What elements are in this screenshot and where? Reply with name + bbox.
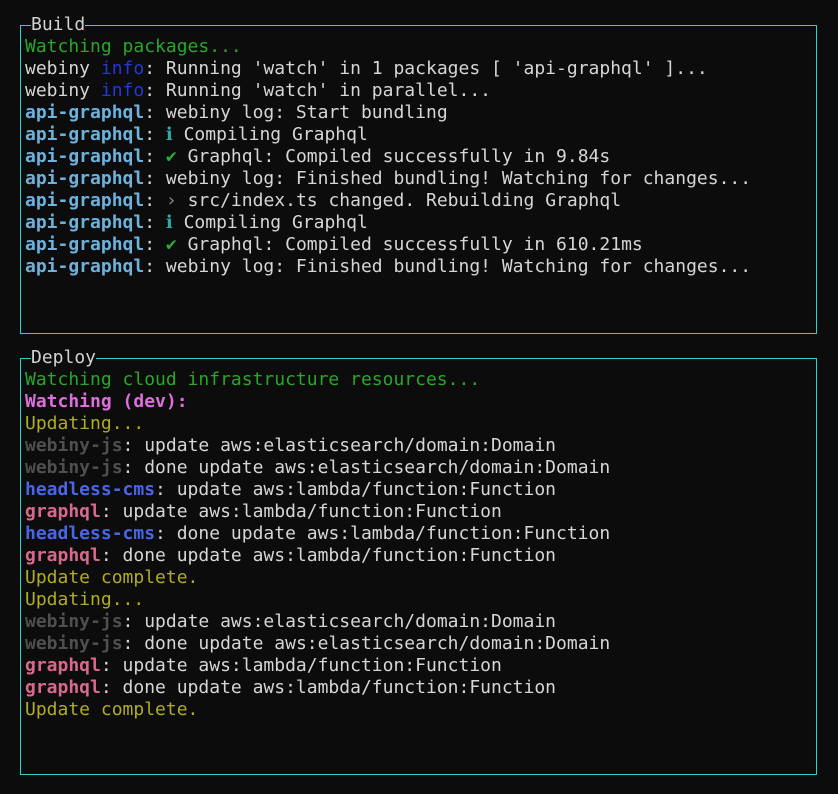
log-text: api-graphql (25, 146, 144, 167)
log-text: : update aws:lambda/function:Function (101, 501, 502, 522)
log-line: webiny-js: update aws:elasticsearch/doma… (25, 611, 812, 633)
log-text: Watching (dev): (25, 391, 188, 412)
log-text: api-graphql (25, 168, 144, 189)
log-text: : (144, 190, 166, 211)
log-text: api-graphql (25, 124, 144, 145)
log-text: Watching packages... (25, 36, 242, 57)
log-text: headless-cms (25, 479, 155, 500)
log-line: Watching (dev): (25, 391, 812, 413)
log-text: webiny (25, 80, 101, 101)
log-text: : (144, 212, 166, 233)
log-line: graphql: update aws:lambda/function:Func… (25, 501, 812, 523)
chevron-icon: › (166, 190, 177, 211)
log-line: Updating... (25, 413, 812, 435)
log-text: graphql (25, 545, 101, 566)
log-text: Update complete. (25, 699, 198, 720)
log-line: api-graphql: › src/index.ts changed. Reb… (25, 190, 812, 212)
log-text: api-graphql (25, 234, 144, 255)
log-text: headless-cms (25, 523, 155, 544)
build-panel: Build Watching packages...webiny info: R… (20, 25, 817, 334)
log-text: : webiny log: Finished bundling! Watchin… (144, 168, 751, 189)
log-text: graphql (25, 655, 101, 676)
build-log-output: Watching packages...webiny info: Running… (21, 26, 816, 323)
log-line: graphql: done update aws:lambda/function… (25, 677, 812, 699)
log-text: Update complete. (25, 567, 198, 588)
log-line: api-graphql: ✔ Graphql: Compiled success… (25, 234, 812, 256)
log-line: api-graphql: webiny log: Start bundling (25, 102, 812, 124)
log-text: : (144, 124, 166, 145)
log-line: api-graphql: ✔ Graphql: Compiled success… (25, 146, 812, 168)
log-text: info (101, 58, 144, 79)
log-text: : update aws:lambda/function:Function (155, 479, 556, 500)
log-text: api-graphql (25, 256, 144, 277)
log-text: webiny-js (25, 435, 123, 456)
log-line: graphql: update aws:lambda/function:Func… (25, 655, 812, 677)
log-line: graphql: done update aws:lambda/function… (25, 545, 812, 567)
log-line: webiny info: Running 'watch' in parallel… (25, 80, 812, 102)
log-line: webiny-js: done update aws:elasticsearch… (25, 633, 812, 655)
log-text: Compiling Graphql (173, 212, 368, 233)
log-text: api-graphql (25, 102, 144, 123)
log-text: api-graphql (25, 212, 144, 233)
log-text: Graphql: Compiled successfully in 610.21… (177, 234, 643, 255)
deploy-panel-title: Deploy (31, 347, 96, 369)
log-text: : done update aws:lambda/function:Functi… (101, 545, 556, 566)
log-text: info (101, 80, 144, 101)
log-line: Watching packages... (25, 36, 812, 58)
log-text: Graphql: Compiled successfully in 9.84s (177, 146, 610, 167)
log-text: : update aws:lambda/function:Function (101, 655, 502, 676)
log-text: Watching cloud infrastructure resources.… (25, 369, 480, 390)
deploy-panel: Deploy Watching cloud infrastructure res… (20, 358, 817, 775)
log-text: api-graphql (25, 190, 144, 211)
log-text: : done update aws:elasticsearch/domain:D… (123, 457, 611, 478)
info-icon: ℹ (166, 124, 173, 145)
log-line: headless-cms: update aws:lambda/function… (25, 479, 812, 501)
log-text: : webiny log: Finished bundling! Watchin… (144, 256, 751, 277)
log-line: Watching cloud infrastructure resources.… (25, 369, 812, 391)
log-text: : (144, 146, 166, 167)
log-text: : done update aws:lambda/function:Functi… (101, 677, 556, 698)
log-line: Update complete. (25, 567, 812, 589)
log-line: Updating... (25, 589, 812, 611)
log-text: webiny-js (25, 457, 123, 478)
deploy-log-output: Watching cloud infrastructure resources.… (21, 359, 816, 764)
log-text: webiny-js (25, 611, 123, 632)
log-text: src/index.ts changed. Rebuilding Graphql (177, 190, 621, 211)
terminal-screen: { "palette": { "bg": "#0c0c0c", "border"… (0, 0, 838, 794)
log-text: : done update aws:elasticsearch/domain:D… (123, 633, 611, 654)
check-icon: ✔ (166, 146, 177, 167)
log-line: webiny info: Running 'watch' in 1 packag… (25, 58, 812, 80)
log-line: webiny-js: update aws:elasticsearch/doma… (25, 435, 812, 457)
log-text: : update aws:elasticsearch/domain:Domain (123, 435, 556, 456)
log-text: : Running 'watch' in parallel... (144, 80, 491, 101)
log-text: : Running 'watch' in 1 packages [ 'api-g… (144, 58, 708, 79)
log-text: : (144, 234, 166, 255)
check-icon: ✔ (166, 234, 177, 255)
log-text: webiny-js (25, 633, 123, 654)
log-text: Compiling Graphql (173, 124, 368, 145)
log-text: Updating... (25, 589, 144, 610)
log-line: webiny-js: done update aws:elasticsearch… (25, 457, 812, 479)
log-line: api-graphql: ℹ Compiling Graphql (25, 212, 812, 234)
log-text: graphql (25, 677, 101, 698)
log-text: webiny (25, 58, 101, 79)
log-text: : done update aws:lambda/function:Functi… (155, 523, 610, 544)
log-text: : webiny log: Start bundling (144, 102, 447, 123)
log-text: Updating... (25, 413, 144, 434)
log-line: headless-cms: done update aws:lambda/fun… (25, 523, 812, 545)
log-line: api-graphql: webiny log: Finished bundli… (25, 168, 812, 190)
build-panel-title: Build (31, 14, 85, 36)
log-line: Update complete. (25, 699, 812, 721)
info-icon: ℹ (166, 212, 173, 233)
log-text: graphql (25, 501, 101, 522)
log-text: : update aws:elasticsearch/domain:Domain (123, 611, 556, 632)
log-line: api-graphql: webiny log: Finished bundli… (25, 256, 812, 278)
log-line: api-graphql: ℹ Compiling Graphql (25, 124, 812, 146)
